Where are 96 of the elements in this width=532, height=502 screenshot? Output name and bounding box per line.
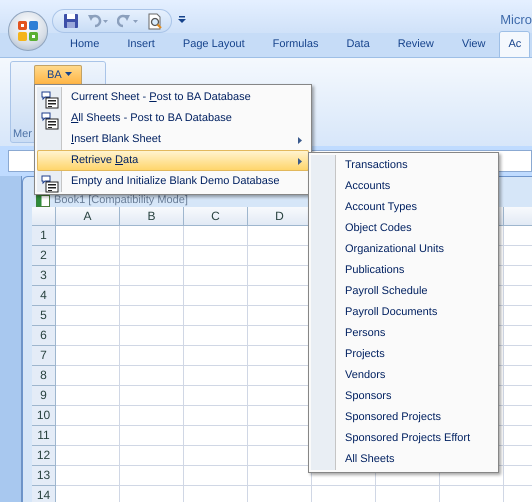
row-header[interactable]: 1 bbox=[32, 226, 56, 246]
ribbon-tab[interactable]: Page Layout bbox=[168, 30, 259, 57]
submenu-item[interactable]: Accounts bbox=[311, 176, 496, 197]
ribbon-tab[interactable]: Review bbox=[384, 30, 448, 57]
grid-cell[interactable] bbox=[56, 266, 120, 286]
grid-cell[interactable] bbox=[120, 246, 184, 266]
grid-cell[interactable] bbox=[184, 306, 248, 326]
grid-cell[interactable] bbox=[56, 286, 120, 306]
grid-cell[interactable] bbox=[56, 426, 120, 446]
grid-cell[interactable] bbox=[120, 306, 184, 326]
submenu-item[interactable]: Vendors bbox=[311, 365, 496, 386]
row-header[interactable]: 2 bbox=[32, 246, 56, 266]
caret-icon bbox=[64, 72, 72, 76]
menu-item[interactable]: Current Sheet - Post to BA Database bbox=[37, 87, 309, 108]
menu-item[interactable]: All Sheets - Post to BA Database bbox=[37, 108, 309, 129]
row-header[interactable]: 8 bbox=[32, 366, 56, 386]
grid-cell[interactable] bbox=[184, 346, 248, 366]
grid-cell[interactable] bbox=[120, 466, 184, 486]
submenu-item[interactable]: Persons bbox=[311, 323, 496, 344]
grid-cell[interactable] bbox=[184, 386, 248, 406]
grid-cell[interactable] bbox=[120, 426, 184, 446]
grid-cell[interactable] bbox=[120, 346, 184, 366]
submenu-item[interactable]: Object Codes bbox=[311, 218, 496, 239]
grid-cell[interactable] bbox=[184, 266, 248, 286]
grid-cell[interactable] bbox=[184, 426, 248, 446]
row-header[interactable]: 12 bbox=[32, 446, 56, 466]
grid-cell[interactable] bbox=[56, 326, 120, 346]
customize-arrow-icon[interactable] bbox=[178, 16, 186, 24]
row-header[interactable]: 6 bbox=[32, 326, 56, 346]
row-header[interactable]: 5 bbox=[32, 306, 56, 326]
menu-item[interactable]: Empty and Initialize Blank Demo Database bbox=[37, 171, 309, 192]
grid-cell[interactable] bbox=[56, 386, 120, 406]
redo-icon[interactable] bbox=[117, 13, 139, 29]
grid-cell[interactable] bbox=[56, 306, 120, 326]
select-all-corner[interactable] bbox=[32, 207, 56, 226]
grid-cell[interactable] bbox=[184, 246, 248, 266]
grid-cell[interactable] bbox=[184, 366, 248, 386]
undo-icon[interactable] bbox=[87, 13, 109, 29]
grid-cell[interactable] bbox=[184, 446, 248, 466]
grid-cell[interactable] bbox=[56, 406, 120, 426]
grid-cell[interactable] bbox=[56, 346, 120, 366]
row-header[interactable]: 13 bbox=[32, 466, 56, 486]
submenu-item[interactable]: Sponsors bbox=[311, 386, 496, 407]
row-header[interactable]: 3 bbox=[32, 266, 56, 286]
submenu-item[interactable]: All Sheets bbox=[311, 449, 496, 470]
grid-cell[interactable] bbox=[120, 406, 184, 426]
ribbon-tab[interactable]: Insert bbox=[113, 30, 169, 57]
grid-cell[interactable] bbox=[184, 466, 248, 486]
column-header[interactable]: A bbox=[56, 207, 120, 226]
ribbon-tab[interactable]: View bbox=[448, 30, 500, 57]
submenu-item[interactable]: Payroll Schedule bbox=[311, 281, 496, 302]
grid-cell[interactable] bbox=[184, 326, 248, 346]
row-header[interactable]: 7 bbox=[32, 346, 56, 366]
grid-cell[interactable] bbox=[184, 286, 248, 306]
grid-cell[interactable] bbox=[120, 446, 184, 466]
menu-item[interactable]: Insert Blank Sheet bbox=[37, 129, 309, 150]
ribbon-tab[interactable]: Ac bbox=[499, 30, 530, 57]
column-header[interactable]: C bbox=[184, 207, 248, 226]
grid-cell[interactable] bbox=[120, 386, 184, 406]
grid-cell[interactable] bbox=[56, 446, 120, 466]
ribbon-tab[interactable]: Formulas bbox=[258, 30, 332, 57]
grid-cell[interactable] bbox=[120, 286, 184, 306]
submenu-item[interactable]: Projects bbox=[311, 344, 496, 365]
row-header[interactable]: 9 bbox=[32, 386, 56, 406]
row-header[interactable]: 11 bbox=[32, 426, 56, 446]
print-preview-icon[interactable] bbox=[147, 12, 163, 30]
grid-cell[interactable] bbox=[120, 226, 184, 246]
row-header[interactable]: 14 bbox=[32, 486, 56, 502]
submenu-item[interactable]: Account Types bbox=[311, 197, 496, 218]
grid-cell[interactable] bbox=[120, 266, 184, 286]
grid-cell[interactable] bbox=[56, 366, 120, 386]
grid-cell[interactable] bbox=[120, 326, 184, 346]
grid-cell[interactable] bbox=[56, 246, 120, 266]
submenu-item[interactable]: Organizational Units bbox=[311, 239, 496, 260]
row-header[interactable]: 4 bbox=[32, 286, 56, 306]
window-title: Micro bbox=[500, 11, 532, 29]
grid-cell[interactable] bbox=[120, 366, 184, 386]
ribbon-tab[interactable]: Data bbox=[332, 30, 384, 57]
grid-cell[interactable] bbox=[56, 226, 120, 246]
save-icon[interactable] bbox=[63, 13, 79, 29]
submenu-item[interactable]: Sponsored Projects Effort bbox=[311, 428, 496, 449]
submenu-item[interactable]: Transactions bbox=[311, 155, 496, 176]
office-logo-icon bbox=[16, 19, 40, 43]
grid-cell[interactable] bbox=[56, 466, 120, 486]
ribbon-tab[interactable]: Home bbox=[56, 30, 114, 57]
submenu-item[interactable]: Publications bbox=[311, 260, 496, 281]
workbook-title: Book1 [Compatibility Mode] bbox=[54, 193, 188, 208]
group-label: Mer bbox=[13, 126, 32, 142]
menu-item[interactable]: Retrieve Data bbox=[37, 150, 309, 171]
row-header[interactable]: 10 bbox=[32, 406, 56, 426]
grid-cell[interactable] bbox=[184, 406, 248, 426]
submenu-item[interactable]: Sponsored Projects bbox=[311, 407, 496, 428]
grid-cell[interactable] bbox=[184, 226, 248, 246]
submenu-item[interactable]: Payroll Documents bbox=[311, 302, 496, 323]
column-header[interactable]: B bbox=[120, 207, 184, 226]
ba-dropdown-button[interactable]: BA bbox=[34, 65, 82, 86]
